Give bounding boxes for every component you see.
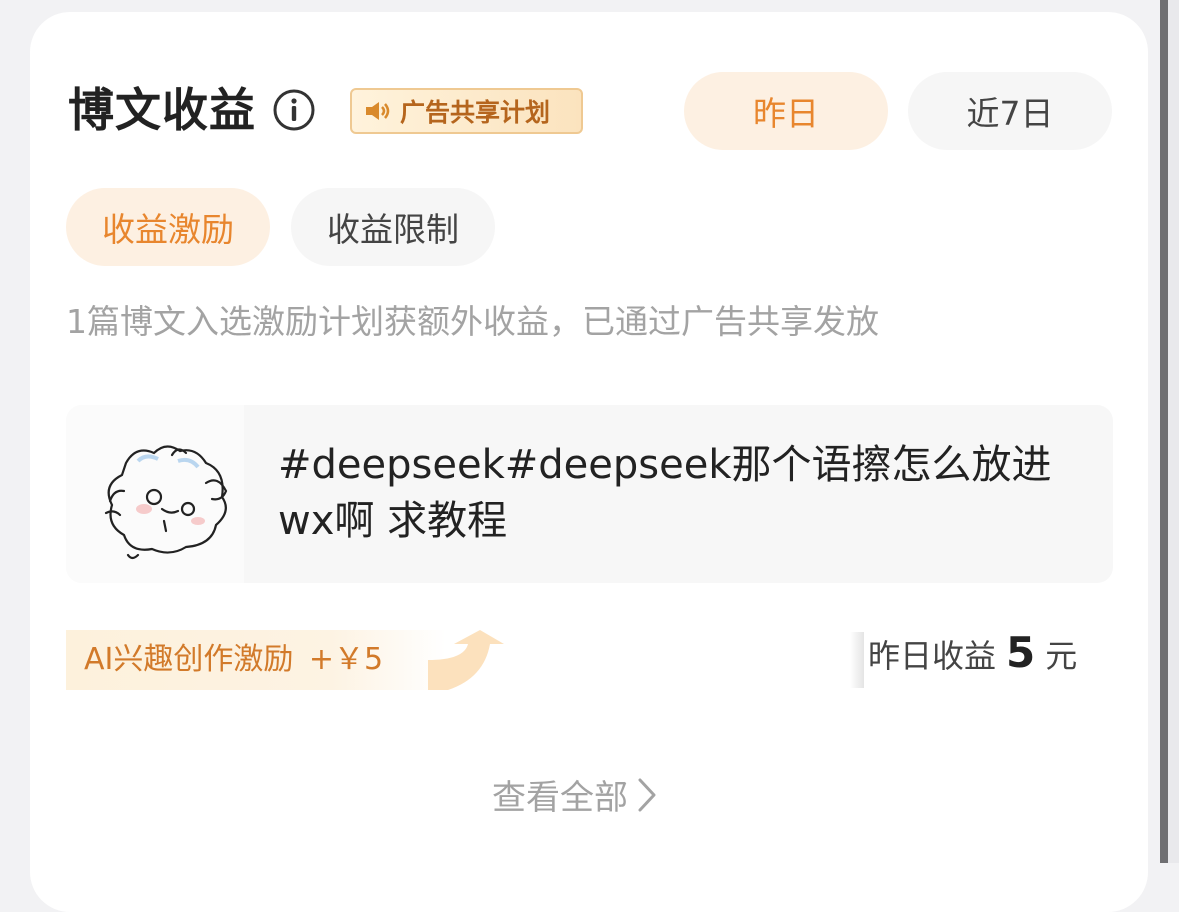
ad-badge-label: 广告共享计划 — [400, 98, 551, 127]
view-all-label: 查看全部 — [492, 778, 628, 818]
speaker-icon — [366, 102, 390, 120]
post-thumbnail — [66, 405, 244, 583]
earnings-value: 5 — [1006, 628, 1036, 677]
info-circle-icon[interactable] — [272, 88, 316, 132]
post-text: #deepseek#deepseek那个语擦怎么放进wx啊 求教程 — [278, 442, 1052, 544]
window-edge-light — [1168, 0, 1179, 863]
tab-earnings-restriction-label: 收益限制 — [327, 210, 459, 249]
earnings-unit: 元 — [1045, 637, 1078, 675]
page-title: 博文收益 — [68, 83, 256, 137]
hamster-sketch-avatar — [104, 445, 228, 560]
chevron-right-icon — [638, 778, 656, 811]
view-all-link[interactable]: 查看全部 — [492, 770, 658, 819]
window-edge — [1160, 0, 1168, 863]
tab-last-7-days[interactable]: 近7日 — [908, 72, 1112, 150]
up-arrow-icon — [428, 630, 504, 690]
tab-earnings-incentive-label: 收益激励 — [102, 210, 234, 249]
earnings-label: 昨日收益 — [868, 637, 997, 675]
tab-earnings-restriction[interactable]: 收益限制 — [291, 188, 495, 266]
tab-last-7-days-label: 近7日 — [966, 94, 1054, 133]
reward-label: AI兴趣创作激励 — [84, 642, 294, 677]
tab-earnings-incentive[interactable]: 收益激励 — [66, 188, 270, 266]
yesterday-earnings: 昨日收益 5 元 — [868, 628, 1077, 692]
tab-yesterday[interactable]: 昨日 — [684, 72, 888, 150]
post-item[interactable]: #deepseek#deepseek那个语擦怎么放进wx啊 求教程 — [66, 405, 1113, 583]
reward-amount: +￥5 — [308, 642, 384, 677]
tab-yesterday-label: 昨日 — [753, 94, 819, 133]
reward-text: AI兴趣创作激励 +￥5 — [84, 638, 383, 682]
ad-share-badge[interactable]: 广告共享计划 — [350, 88, 583, 134]
incentive-description: 1篇博文入选激励计划获额外收益，已通过广告共享发放 — [66, 302, 879, 341]
earnings-divider — [850, 632, 864, 688]
ai-incentive-reward: AI兴趣创作激励 +￥5 — [66, 630, 504, 690]
